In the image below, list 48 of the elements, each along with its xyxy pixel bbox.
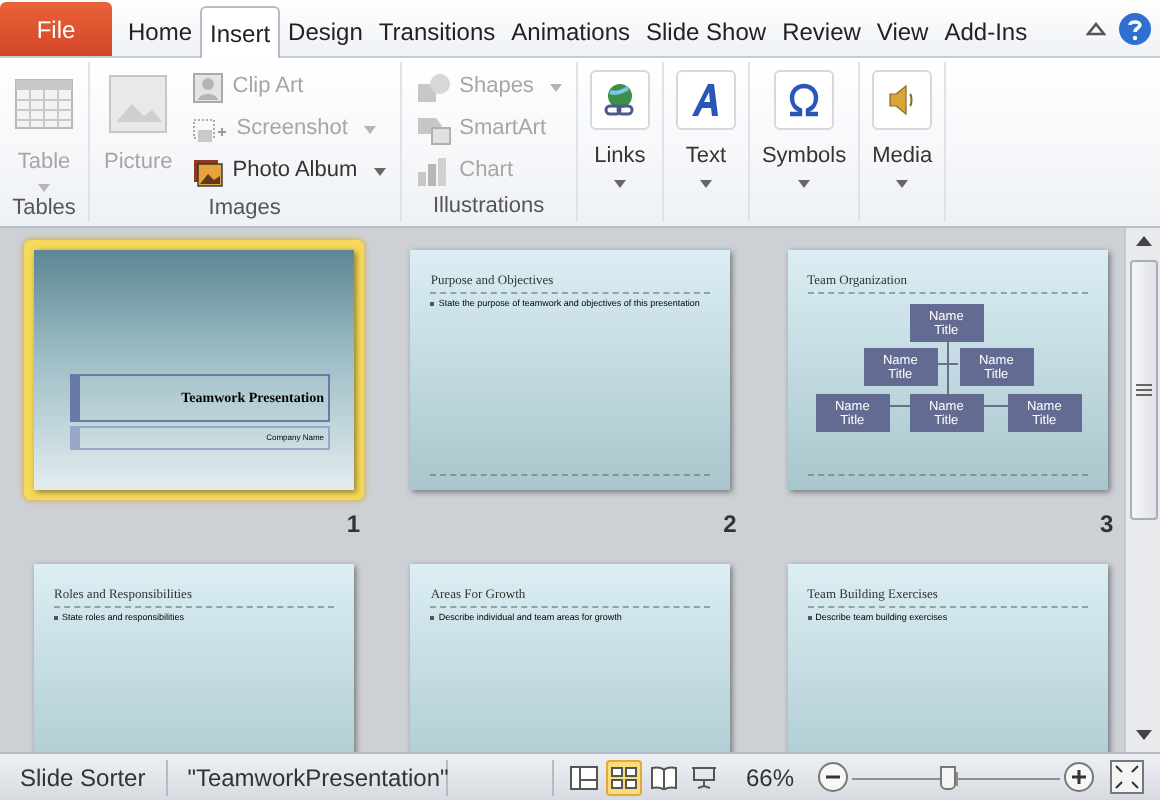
collapse-ribbon-icon[interactable] [1086,20,1106,36]
ribbon-tab[interactable]: Review [774,6,869,56]
scroll-thumb[interactable] [1129,260,1157,520]
fit-to-window-icon[interactable] [1110,760,1144,794]
ribbon-tab[interactable]: Design [280,6,371,56]
ribbon-tab[interactable]: Animations [503,6,639,56]
scroll-down-icon[interactable] [1133,724,1153,744]
zoom-level[interactable]: 66% [721,759,818,795]
zoom-in-icon[interactable] [1064,762,1094,792]
slide-number: 2 [723,508,737,542]
slide-number: 3 [1099,508,1114,542]
zoom-thumb[interactable] [940,765,957,789]
ribbon-button[interactable]: Symbols [755,66,853,194]
smartart-icon [415,113,452,145]
grip-icon [1135,384,1151,396]
ribbon-button[interactable]: Photo Album [184,150,394,192]
ribbon-tab[interactable]: Transitions [370,6,504,56]
file-name: "TeamworkPresentation" [167,759,448,795]
ribbon-button[interactable]: Links [583,66,656,194]
help-icon[interactable] [1118,11,1152,45]
group-label: Tables [12,194,76,222]
zoom-out-icon[interactable] [818,762,848,792]
ribbon-tab[interactable]: Add-Ins [936,6,1036,56]
clip-art-icon [192,71,225,103]
ribbon-tab[interactable]: View [868,6,937,56]
normal-view-icon [569,765,598,789]
ribbon-tab[interactable]: Insert [200,6,281,58]
screenshot-icon [192,113,229,145]
ribbon-button[interactable]: Media [866,66,939,194]
grid-view-icon [609,765,638,789]
photo-album-icon [192,155,225,187]
file-tab[interactable]: File [0,2,112,56]
table-icon [14,74,74,134]
chart-icon [415,155,452,187]
slide-number: 1 [346,508,360,542]
view-label: Slide Sorter [0,759,168,795]
projector-screen-icon [689,765,718,789]
book-icon [649,765,678,789]
ribbon-tab[interactable]: Home [120,6,201,56]
group-label: Illustrations [432,192,545,222]
ribbon-button[interactable]: Text [669,66,742,194]
view-button[interactable] [605,759,642,795]
shapes-icon [415,71,452,103]
zoom-slider[interactable] [852,763,1060,791]
group-label: Images [208,194,281,222]
ribbon-tab[interactable]: Slide Show [638,6,775,56]
picture-icon [108,74,169,134]
scrollbar[interactable] [1124,228,1160,752]
